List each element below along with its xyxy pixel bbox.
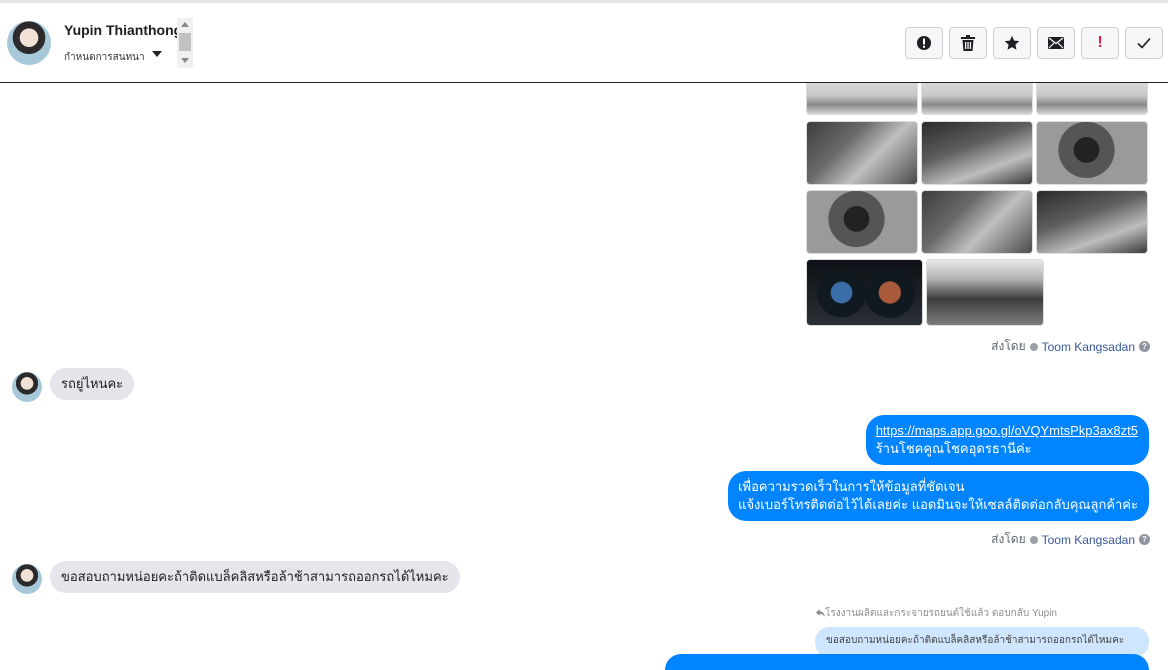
reply-note-text: โรงงานผลิตและกระจายรถยนต์ใช้แล้ว ตอบกลับ… — [825, 608, 1057, 619]
alert-icon — [917, 36, 931, 50]
header-actions: ! — [905, 27, 1163, 59]
conversation-label[interactable]: กำหนดการสนทนา — [64, 50, 145, 65]
customer-avatar[interactable] — [12, 564, 42, 594]
contact-avatar[interactable] — [7, 21, 51, 65]
mark-spam-button[interactable]: ! — [1081, 27, 1119, 59]
car-photo[interactable] — [806, 121, 918, 185]
check-icon — [1137, 37, 1151, 49]
mail-button[interactable] — [1037, 27, 1075, 59]
help-icon[interactable]: ? — [1139, 341, 1150, 352]
car-photo[interactable] — [806, 83, 918, 115]
scroll-up-icon[interactable] — [181, 22, 189, 27]
car-photo[interactable] — [806, 190, 918, 254]
header-scrollbar[interactable] — [177, 18, 193, 68]
sender-name[interactable]: Toom Kangsadan — [1042, 340, 1135, 354]
sent-by-label: ส่งโดย — [991, 532, 1026, 546]
star-button[interactable] — [993, 27, 1031, 59]
car-photo[interactable] — [921, 121, 1033, 185]
customer-message[interactable]: รถยู่ไหนคะ — [50, 368, 135, 400]
scroll-down-icon[interactable] — [181, 58, 189, 63]
message-line: เพื่อความรวดเร็วในการให้ข้อมูลที่ชัดเจน — [738, 479, 965, 494]
exclamation-icon: ! — [1097, 34, 1103, 51]
message-line: แจ้งเบอร์โทรติดต่อไว้ได้เลยค่ะ แอดมินจะใ… — [738, 497, 1138, 512]
sender-status-icon — [1029, 342, 1038, 351]
customer-message[interactable]: ขอสอบถามหน่อยคะถ้าติดแบล็คลิสหรือล้าช้าส… — [50, 561, 460, 593]
sent-by-info: ส่งโดย Toom Kangsadan ? — [991, 337, 1150, 356]
car-photo[interactable] — [1036, 190, 1148, 254]
page-message[interactable]: https://maps.app.goo.gl/oVQYmtsPkp3ax8zt… — [865, 415, 1149, 465]
reply-arrow-icon — [816, 609, 826, 617]
mail-icon — [1048, 37, 1064, 49]
contact-name[interactable]: Yupin Thianthong — [64, 22, 182, 38]
scroll-thumb[interactable] — [179, 33, 191, 51]
customer-avatar[interactable] — [12, 372, 42, 402]
help-icon[interactable]: ? — [1139, 534, 1150, 545]
car-photo[interactable] — [1036, 83, 1148, 115]
mark-done-button[interactable] — [1125, 27, 1163, 59]
delete-button[interactable] — [949, 27, 987, 59]
message-text: ร้านโชคคูณโชคอุดรธานีค่ะ — [875, 441, 1032, 456]
sender-name[interactable]: Toom Kangsadan — [1042, 533, 1135, 547]
sender-status-icon — [1029, 535, 1038, 544]
star-icon — [1004, 35, 1020, 50]
car-photo[interactable] — [921, 83, 1033, 115]
conversation-header: Yupin Thianthong กำหนดการสนทนา ! — [0, 3, 1168, 83]
page-message[interactable]: เพื่อความรวดเร็วในการให้ข้อมูลที่ชัดเจน … — [728, 471, 1149, 521]
sent-by-label: ส่งโดย — [991, 339, 1026, 353]
car-photo[interactable] — [1036, 121, 1148, 185]
alert-button[interactable] — [905, 27, 943, 59]
page-message[interactable] — [665, 654, 1149, 670]
car-photo[interactable] — [806, 259, 923, 326]
sent-by-info: ส่งโดย Toom Kangsadan ? — [991, 530, 1150, 549]
trash-icon — [961, 35, 975, 51]
car-photo[interactable] — [926, 259, 1044, 326]
caret-down-icon[interactable] — [152, 51, 162, 57]
quoted-message[interactable]: ขอสอบถามหน่อยคะถ้าติดแบล็คลิสหรือล้าช้าส… — [815, 627, 1149, 657]
reply-note: โรงงานผลิตและกระจายรถยนต์ใช้แล้ว ตอบกลับ… — [816, 606, 1057, 621]
map-link[interactable]: https://maps.app.goo.gl/oVQYmtsPkp3ax8zt… — [876, 423, 1138, 438]
car-photo[interactable] — [921, 190, 1033, 254]
